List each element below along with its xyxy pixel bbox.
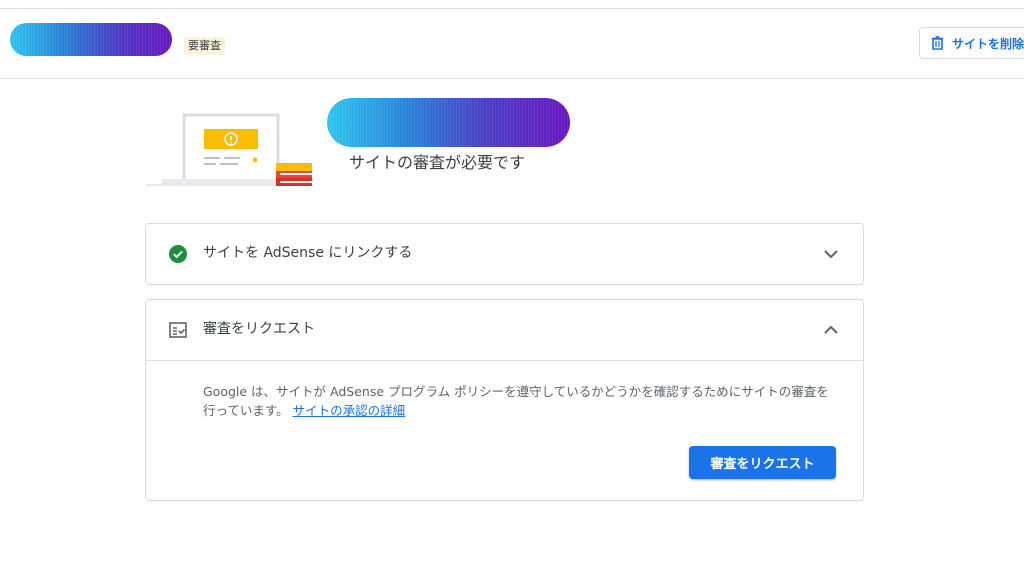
request-review-button[interactable]: 審査をリクエスト	[689, 446, 836, 479]
request-review-button-label: 審査をリクエスト	[710, 457, 815, 472]
step-title: 審査をリクエスト	[203, 321, 315, 337]
delete-site-button[interactable]: サイトを削除	[919, 27, 1024, 59]
check-circle-icon	[169, 245, 187, 263]
site-header: 要審査 サイトを削除	[0, 9, 1024, 79]
status-badge: 要審査	[184, 37, 225, 55]
step-header-request-review[interactable]: 審査をリクエスト	[146, 300, 863, 360]
site-review-illustration	[146, 113, 312, 186]
approval-details-link[interactable]: サイトの承認の詳細	[293, 403, 406, 418]
trash-icon	[932, 36, 943, 50]
fact-check-icon	[169, 322, 187, 338]
step-divider	[146, 360, 863, 361]
step-card-link-site: サイトを AdSense にリンクする	[145, 223, 864, 285]
delete-site-label: サイトを削除	[952, 36, 1024, 51]
step-title: サイトを AdSense にリンクする	[203, 245, 413, 261]
chevron-up-icon[interactable]	[821, 320, 841, 340]
step-header-link-site[interactable]: サイトを AdSense にリンクする	[146, 224, 863, 284]
step-description: Google は、サイトが AdSense プログラム ポリシーを遵守しているか…	[203, 382, 833, 420]
site-name-redacted	[10, 23, 172, 56]
chevron-down-icon[interactable]	[821, 244, 841, 264]
step-card-request-review: 審査をリクエスト Google は、サイトが AdSense プログラム ポリシ…	[145, 299, 864, 501]
page-subtitle: サイトの審査が必要です	[349, 153, 526, 172]
page-title-redacted	[327, 98, 570, 147]
